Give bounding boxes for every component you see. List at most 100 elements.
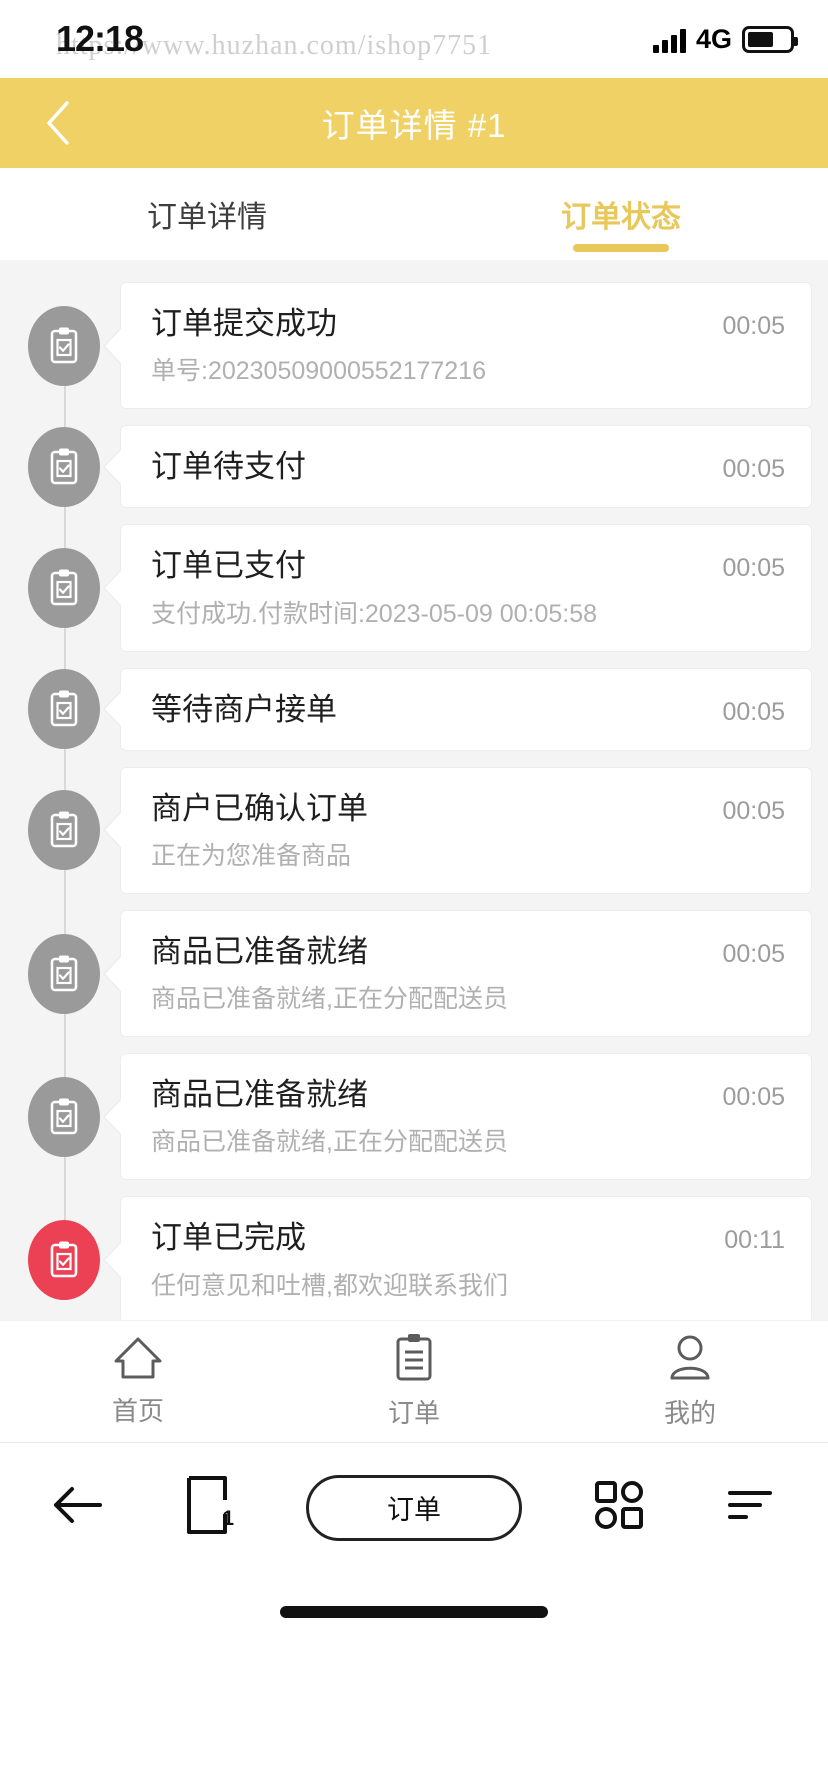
home-indicator[interactable] <box>280 1606 548 1618</box>
battery-icon <box>742 26 798 53</box>
timeline-card-header: 商户已确认订单 00:05 <box>151 790 785 827</box>
timeline-card: 商品已准备就绪 00:05 商品已准备就绪,正在分配配送员 <box>120 909 812 1038</box>
timeline-time: 00:05 <box>722 1083 785 1112</box>
page-title: 订单详情 #1 <box>321 107 507 144</box>
clipboard-check-icon <box>48 568 80 608</box>
timeline-item: 订单提交成功 00:05 单号:20230509000552177216 <box>0 282 828 410</box>
page-header: 订单详情 #1 <box>0 78 828 168</box>
clipboard-check-icon <box>48 1097 80 1137</box>
timeline-title: 订单待支付 <box>151 449 306 485</box>
order-status-content: 订单提交成功 00:05 单号:20230509000552177216 订单待支付 0… <box>0 260 828 1320</box>
timeline-card-header: 订单待支付 00:05 <box>151 448 785 485</box>
timeline-title: 商品已准备就绪 <box>151 933 368 969</box>
back-button[interactable] <box>34 99 82 147</box>
timeline-card: 订单提交成功 00:05 单号:20230509000552177216 <box>120 282 812 410</box>
timeline-card-header: 订单已支付 00:05 <box>151 547 785 584</box>
timeline-status-dot <box>28 790 100 871</box>
timeline-card: 订单已完成 00:11 任何意见和吐槽,都欢迎联系我们 <box>120 1196 812 1320</box>
timeline-subtitle: 任何意见和吐槽,都欢迎联系我们 <box>151 1271 508 1300</box>
browser-tab-count: 1 <box>222 1506 234 1530</box>
timeline-card-header: 等待商户接单 00:05 <box>151 691 785 728</box>
tabbar-item-orders-label: 订单 <box>387 1398 440 1428</box>
status-timeline: 订单提交成功 00:05 单号:20230509000552177216 订单待支付 0… <box>0 282 828 1320</box>
timeline-item: 等待商户接单 00:05 <box>0 667 828 751</box>
status-bar-clock: 12:18 <box>56 18 144 59</box>
browser-address-bar[interactable]: 订单 <box>306 1474 522 1541</box>
timeline-time: 00:05 <box>722 554 785 583</box>
browser-apps-button[interactable] <box>584 1473 654 1543</box>
tabbar-item-home-label: 首页 <box>111 1396 164 1426</box>
timeline-time: 00:11 <box>724 1226 785 1255</box>
tabbar-item-orders[interactable]: 订单 <box>276 1333 552 1430</box>
timeline-status-dot <box>28 933 100 1014</box>
chevron-left-icon <box>43 100 73 146</box>
clipboard-list-icon <box>392 1333 436 1383</box>
clipboard-check-icon <box>48 689 80 729</box>
timeline-subtitle: 商品已准备就绪,正在分配配送员 <box>151 985 508 1014</box>
app-tab-bar: 首页 订单 我的 <box>0 1320 828 1442</box>
timeline-status-dot <box>28 426 100 507</box>
timeline-title: 商品已准备就绪 <box>151 1077 368 1113</box>
timeline-item: 商户已确认订单 00:05 正在为您准备商品 <box>0 766 828 894</box>
timeline-time: 00:05 <box>722 455 785 484</box>
tab-order-status-label: 订单状态 <box>561 201 681 234</box>
tab-order-detail-label: 订单详情 <box>147 201 267 234</box>
browser-menu-button[interactable] <box>716 1473 786 1543</box>
timeline-time: 00:05 <box>722 312 785 340</box>
timeline-item: 订单已完成 00:11 任何意见和吐槽,都欢迎联系我们 <box>0 1196 828 1320</box>
browser-address-label: 订单 <box>387 1495 441 1525</box>
timeline-time: 00:05 <box>722 939 785 968</box>
browser-toolbar: 1 订单 <box>0 1442 828 1572</box>
clipboard-check-icon <box>48 954 80 994</box>
tab-order-detail[interactable]: 订单详情 <box>0 168 414 260</box>
tabbar-item-profile-label: 我的 <box>663 1398 716 1428</box>
person-icon <box>667 1333 713 1383</box>
status-bar: https://www.huzhan.com/ishop7751 12:18 4… <box>0 0 828 78</box>
timeline-item: 订单待支付 00:05 <box>0 425 828 509</box>
timeline-title: 订单提交成功 <box>151 306 337 341</box>
timeline-status-dot <box>28 1219 100 1300</box>
timeline-item: 商品已准备就绪 00:05 商品已准备就绪,正在分配配送员 <box>0 909 828 1038</box>
home-icon <box>112 1335 164 1381</box>
timeline-subtitle: 支付成功.付款时间:2023-05-09 00:05:58 <box>151 599 598 628</box>
system-home-indicator-area <box>0 1572 828 1652</box>
tabbar-item-home[interactable]: 首页 <box>0 1335 276 1428</box>
timeline-title: 等待商户接单 <box>151 691 337 727</box>
clipboard-check-icon <box>48 326 80 366</box>
timeline-card: 商户已确认订单 00:05 正在为您准备商品 <box>120 766 812 894</box>
tabbar-item-profile[interactable]: 我的 <box>552 1333 828 1430</box>
timeline-subtitle: 单号:20230509000552177216 <box>151 357 487 386</box>
timeline-title: 商户已确认订单 <box>151 790 368 826</box>
clipboard-check-icon <box>48 810 80 850</box>
signal-bars-icon <box>652 27 686 53</box>
clipboard-check-icon <box>48 1240 80 1280</box>
network-type-label: 4G <box>695 24 732 54</box>
clipboard-check-icon <box>48 447 80 487</box>
timeline-status-dot <box>28 547 100 628</box>
timeline-card: 商品已准备就绪 00:05 商品已准备就绪,正在分配配送员 <box>120 1053 812 1181</box>
tab-order-status[interactable]: 订单状态 <box>414 168 828 260</box>
status-bar-indicators: 4G <box>652 24 798 54</box>
timeline-card-header: 订单已完成 00:11 <box>151 1219 785 1256</box>
arrow-left-icon <box>50 1483 104 1532</box>
timeline-status-dot <box>28 305 100 386</box>
timeline-status-dot <box>28 1076 100 1157</box>
timeline-status-dot <box>28 669 100 750</box>
timeline-card: 订单待支付 00:05 <box>120 425 812 509</box>
browser-tab-switcher-button[interactable]: 1 <box>174 1473 244 1543</box>
timeline-subtitle: 正在为您准备商品 <box>151 841 352 870</box>
timeline-subtitle: 商品已准备就绪,正在分配配送员 <box>151 1128 508 1157</box>
tab-bar: 订单详情 订单状态 <box>0 168 828 260</box>
timeline-title: 订单已完成 <box>151 1220 306 1256</box>
timeline-card: 等待商户接单 00:05 <box>120 667 812 751</box>
timeline-title: 订单已支付 <box>151 548 306 584</box>
timeline-card: 订单已支付 00:05 支付成功.付款时间:2023-05-09 00:05:58 <box>120 524 812 652</box>
timeline-card-header: 订单提交成功 00:05 <box>151 305 785 342</box>
menu-icon <box>726 1485 776 1530</box>
browser-back-button[interactable] <box>42 1473 112 1543</box>
apps-grid-icon <box>593 1479 645 1536</box>
timeline-card-header: 商品已准备就绪 00:05 <box>151 933 785 970</box>
timeline-time: 00:05 <box>722 796 785 825</box>
timeline-item: 订单已支付 00:05 支付成功.付款时间:2023-05-09 00:05:58 <box>0 524 828 652</box>
timeline-time: 00:05 <box>722 697 785 726</box>
